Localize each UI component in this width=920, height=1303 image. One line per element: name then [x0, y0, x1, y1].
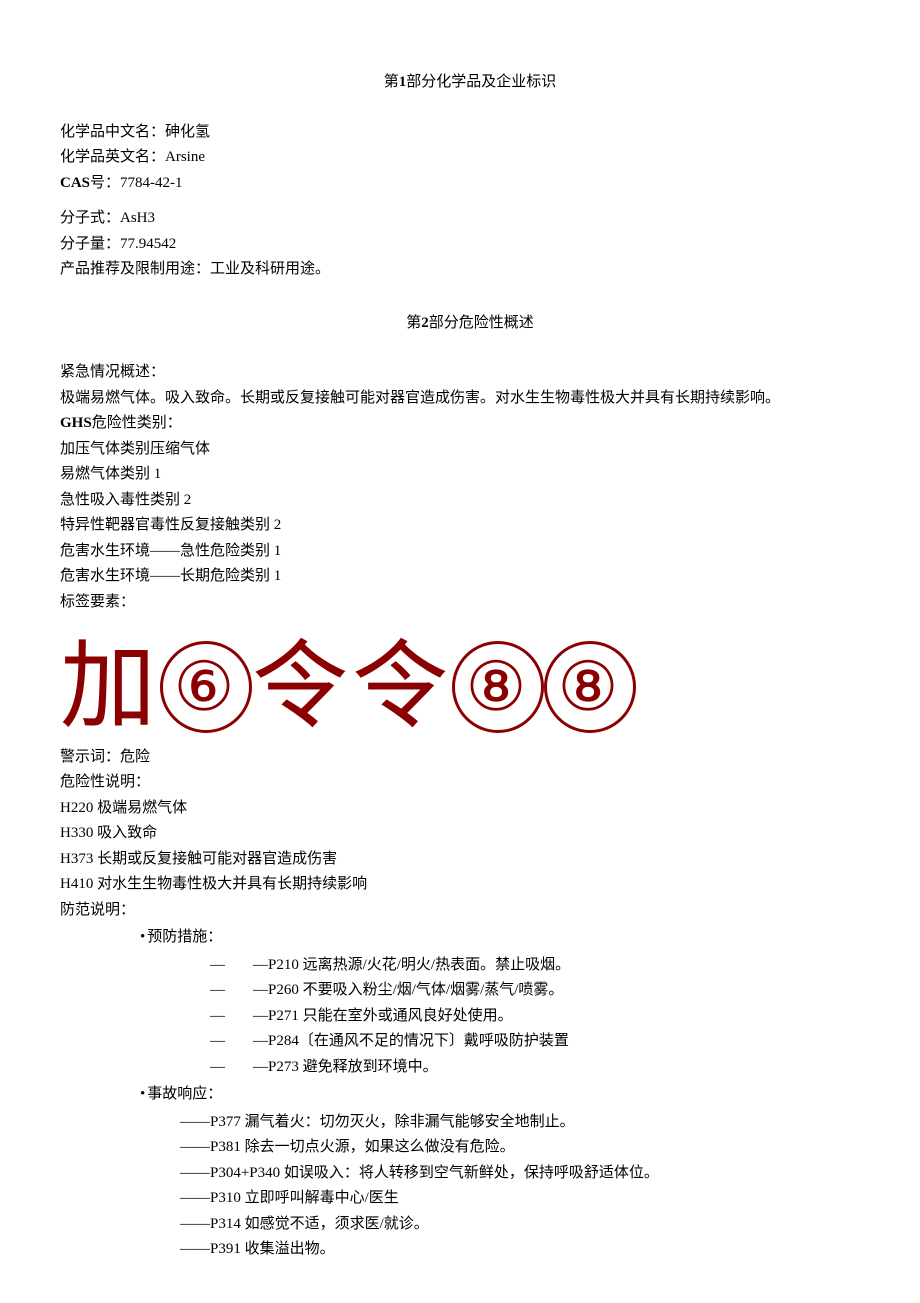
formula-row: 分子式：AsH3 [60, 206, 880, 232]
name-en-label: 化学品英文名： [60, 149, 165, 165]
s2-suffix: 部分危险性概述 [429, 315, 534, 331]
s2-prefix: 第 [406, 315, 421, 331]
response-0: ——P377 漏气着火：切勿灭火，除非漏气能够安全地制止。 [180, 1110, 880, 1136]
pictogram-1: ⑥ [160, 641, 252, 733]
prevention-4-text: —P273 避免释放到环境中。 [253, 1059, 438, 1075]
signal-row: 警示词：危险 [60, 745, 880, 771]
hazard-2: H373 长期或反复接触可能对器官造成伤害 [60, 847, 880, 873]
pictogram-4: ⑧ [452, 641, 544, 733]
prevention-label: 预防措施： [140, 925, 880, 951]
ghs-label-cn: 危险性类别： [92, 415, 182, 431]
emergency-text: 极端易燃气体。吸入致命。长期或反复接触可能对器官造成伤害。对水生生物毒性极大并具… [60, 386, 880, 412]
weight-value: 77.94542 [120, 236, 176, 252]
use-row: 产品推荐及限制用途：工业及科研用途。 [60, 257, 880, 283]
ghs-pictograms: 加⑥令令⑧⑧ [60, 629, 880, 735]
name-cn-row: 化学品中文名：砷化氢 [60, 120, 880, 146]
prevention-0: ——P210 远离热源/火花/明火/热表面。禁止吸烟。 [210, 953, 880, 979]
formula-value: AsH3 [120, 210, 155, 226]
s1-prefix: 第 [384, 74, 399, 90]
weight-row: 分子量：77.94542 [60, 232, 880, 258]
s1-suffix: 部分化学品及企业标识 [406, 74, 556, 90]
pictogram-0: 加 [60, 639, 160, 735]
hazard-0: H220 极端易燃气体 [60, 796, 880, 822]
precaution-label: 防范说明： [60, 898, 880, 924]
section-1-title: 第1部分化学品及企业标识 [60, 70, 880, 96]
ghs-cat-0: 加压气体类别压缩气体 [60, 437, 880, 463]
name-cn-label: 化学品中文名： [60, 124, 165, 140]
response-3: ——P310 立即呼叫解毒中心/医生 [180, 1186, 880, 1212]
pictogram-3: 令 [352, 639, 452, 735]
prevention-2: ——P271 只能在室外或通风良好处使用。 [210, 1004, 880, 1030]
ghs-label-row: GHS危险性类别： [60, 411, 880, 437]
signal-value: 危险 [120, 749, 150, 765]
prevention-3: ——P284〔在通风不足的情况下〕戴呼吸防护装置 [210, 1029, 880, 1055]
cas-label: CAS [60, 175, 90, 191]
ghs-cat-3: 特异性靶器官毒性反复接触类别 2 [60, 513, 880, 539]
name-cn-value: 砷化氢 [165, 124, 210, 140]
prevention-0-text: —P210 远离热源/火花/明火/热表面。禁止吸烟。 [253, 957, 570, 973]
signal-label: 警示词： [60, 749, 120, 765]
response-block: 事故响应： ——P377 漏气着火：切勿灭火，除非漏气能够安全地制止。 ——P3… [140, 1082, 880, 1263]
weight-label: 分子量： [60, 236, 120, 252]
prevention-4: ——P273 避免释放到环境中。 [210, 1055, 880, 1081]
prevention-label-text: 预防措施： [147, 929, 222, 945]
prevention-block: 预防措施： ——P210 远离热源/火花/明火/热表面。禁止吸烟。 ——P260… [140, 925, 880, 1080]
pictogram-5: ⑧ [544, 641, 636, 733]
response-label-text: 事故响应： [147, 1086, 222, 1102]
ghs-cat-1: 易燃气体类别 1 [60, 462, 880, 488]
s2-num: 2 [421, 315, 429, 331]
response-5: ——P391 收集溢出物。 [180, 1237, 880, 1263]
cas-sep: 号： [90, 175, 120, 191]
cas-row: CAS号：7784-42-1 [60, 171, 880, 197]
hazard-3: H410 对水生生物毒性极大并具有长期持续影响 [60, 872, 880, 898]
hazard-label: 危险性说明： [60, 770, 880, 796]
emergency-label: 紧急情况概述： [60, 360, 880, 386]
response-2: ——P304+P340 如误吸入：将人转移到空气新鲜处，保持呼吸舒适体位。 [180, 1161, 880, 1187]
response-1: ——P381 除去一切点火源，如果这么做没有危险。 [180, 1135, 880, 1161]
cas-value: 7784-42-1 [120, 175, 183, 191]
use-value: 工业及科研用途。 [210, 261, 330, 277]
prevention-2-text: —P271 只能在室外或通风良好处使用。 [253, 1008, 513, 1024]
prevention-1: ——P260 不要吸入粉尘/烟/气体/烟雾/蒸气/喷雾。 [210, 978, 880, 1004]
ghs-cat-5: 危害水生环境——长期危险类别 1 [60, 564, 880, 590]
name-en-value: Arsine [165, 149, 205, 165]
label-elements: 标签要素： [60, 590, 880, 616]
ghs-label: GHS [60, 415, 92, 431]
response-4: ——P314 如感觉不适，须求医/就诊。 [180, 1212, 880, 1238]
prevention-3-text: —P284〔在通风不足的情况下〕戴呼吸防护装置 [253, 1033, 569, 1049]
ghs-cat-2: 急性吸入毒性类别 2 [60, 488, 880, 514]
section-2-title: 第2部分危险性概述 [60, 311, 880, 337]
hazard-1: H330 吸入致命 [60, 821, 880, 847]
use-label: 产品推荐及限制用途： [60, 261, 210, 277]
pictogram-2: 令 [252, 639, 352, 735]
formula-label: 分子式： [60, 210, 120, 226]
response-label: 事故响应： [140, 1082, 880, 1108]
ghs-cat-4: 危害水生环境——急性危险类别 1 [60, 539, 880, 565]
name-en-row: 化学品英文名：Arsine [60, 145, 880, 171]
prevention-1-text: —P260 不要吸入粉尘/烟/气体/烟雾/蒸气/喷雾。 [253, 982, 563, 998]
